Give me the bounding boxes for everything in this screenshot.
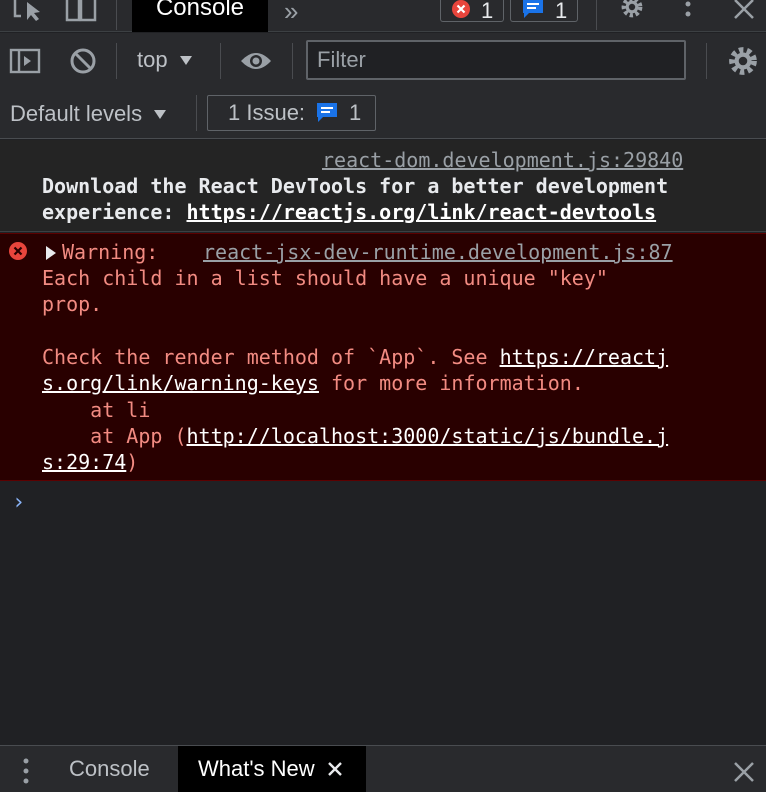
separator xyxy=(196,95,197,131)
inspect-element-icon[interactable] xyxy=(12,0,44,22)
chevron-down-icon xyxy=(179,55,192,65)
issues-label: 1 Issue: xyxy=(228,100,306,125)
separator xyxy=(116,0,117,30)
close-tab-icon[interactable] xyxy=(327,761,343,777)
console-prompt-chevron-icon[interactable]: › xyxy=(12,490,25,515)
issues-button[interactable]: 1 Issue: 1 xyxy=(207,95,377,131)
issues-count: 1 xyxy=(349,100,362,125)
error-line-2: prop. xyxy=(42,292,103,316)
info-message-text: Download the React DevTools for a better… xyxy=(42,173,742,225)
drawer-tab-whats-new-label: What's New xyxy=(198,756,315,781)
drawer-tab-console[interactable]: Console xyxy=(69,746,150,792)
info-line-1: Download the React DevTools for a better… xyxy=(42,174,669,198)
error-line-6-prefix: at App ( xyxy=(42,424,187,448)
separator xyxy=(596,0,597,30)
more-options-icon[interactable] xyxy=(678,0,698,22)
message-count: 1 xyxy=(555,0,568,23)
drawer-menu-icon[interactable] xyxy=(16,756,36,786)
filter-input[interactable] xyxy=(306,40,686,80)
log-levels-dropdown[interactable]: Default levels xyxy=(10,101,167,127)
device-toolbar-icon[interactable] xyxy=(64,0,98,22)
error-line-6: at App (http://localhost:3000/static/js/… xyxy=(42,423,668,449)
drawer-tab-whats-new[interactable]: What's New xyxy=(178,746,366,792)
tab-console[interactable]: Console xyxy=(132,0,268,32)
tab-console-label: Console xyxy=(155,0,245,21)
bundle-link-part1[interactable]: http://localhost:3000/static/js/bundle.j xyxy=(187,424,669,448)
expand-triangle-icon[interactable] xyxy=(46,246,56,260)
error-count: 1 xyxy=(481,0,494,23)
drawer-tab-console-label: Console xyxy=(69,756,150,781)
devtools-tab-bar xyxy=(0,0,766,32)
message-count-badge[interactable]: 1 xyxy=(510,0,579,23)
bundle-link-part2[interactable]: s:29:74 xyxy=(42,450,126,474)
info-source-link[interactable]: react-dom.development.js:29840 xyxy=(322,147,683,173)
error-icon xyxy=(452,0,470,18)
separator xyxy=(706,43,707,79)
clear-console-icon[interactable] xyxy=(66,46,100,76)
warning-keys-link-part1[interactable]: https://reactj xyxy=(500,345,669,369)
warning-keys-link-part2[interactable]: s.org/link/warning-keys xyxy=(42,371,319,395)
error-line-7-suffix: ) xyxy=(126,450,139,474)
context-selector[interactable]: top xyxy=(137,47,192,73)
warning-label: Warning: xyxy=(62,240,159,264)
close-drawer-icon[interactable] xyxy=(730,758,758,786)
info-line-2: experience: https://reactjs.org/link/rea… xyxy=(42,199,742,225)
error-count-badge[interactable]: 1 xyxy=(440,0,505,23)
separator xyxy=(292,43,293,79)
error-line-3-prefix: Check the render method of `App`. See xyxy=(42,345,500,369)
error-line-7: s:29:74) xyxy=(42,449,138,475)
error-line-3: Check the render method of `App`. See ht… xyxy=(42,344,668,370)
more-tabs-icon[interactable]: » xyxy=(284,0,298,27)
settings-gear-icon[interactable] xyxy=(616,0,648,22)
log-levels-label: Default levels xyxy=(10,101,143,126)
context-label: top xyxy=(137,47,168,72)
react-devtools-link[interactable]: https://reactjs.org/link/react-devtools xyxy=(187,200,657,224)
error-line-1: Each child in a list should have a uniqu… xyxy=(42,266,608,290)
error-line-4-suffix: for more information. xyxy=(318,371,584,395)
error-line-5: at li xyxy=(42,398,151,422)
error-icon xyxy=(9,242,27,260)
error-source-link[interactable]: react-jsx-dev-runtime.development.js:87 xyxy=(203,239,673,265)
live-expression-eye-icon[interactable] xyxy=(238,46,274,76)
console-input-area[interactable] xyxy=(40,486,750,726)
error-line-4: s.org/link/warning-keys for more informa… xyxy=(42,370,584,396)
close-devtools-icon[interactable] xyxy=(730,0,758,22)
message-icon xyxy=(523,0,543,18)
chevron-down-icon xyxy=(154,109,167,119)
show-sidebar-icon[interactable] xyxy=(8,46,42,76)
message-icon xyxy=(317,103,338,122)
info-line-2-prefix: experience: xyxy=(42,200,187,224)
separator xyxy=(116,43,117,79)
console-settings-gear-icon[interactable] xyxy=(726,44,760,78)
separator xyxy=(220,43,221,79)
